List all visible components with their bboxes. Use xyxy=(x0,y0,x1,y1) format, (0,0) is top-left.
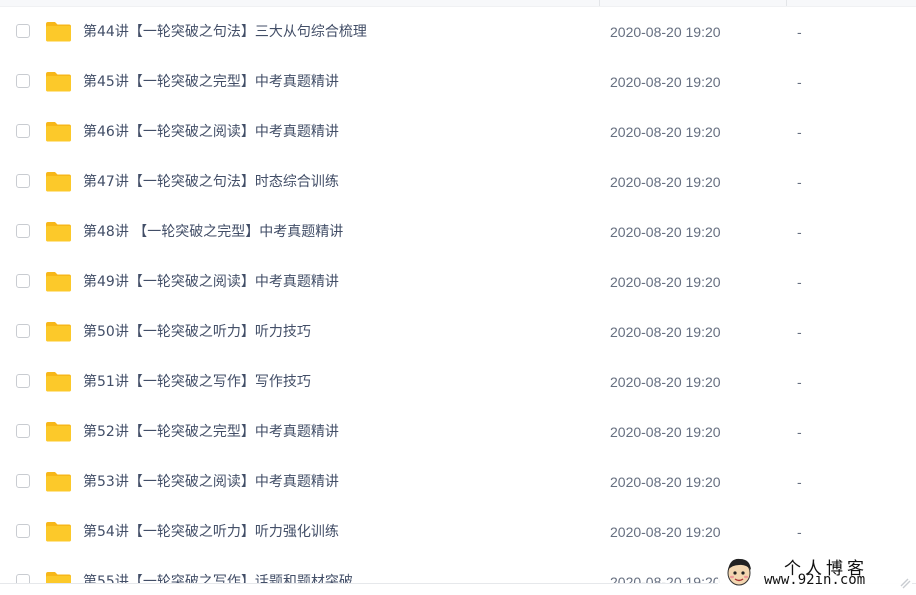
file-size: - xyxy=(797,174,802,190)
row-checkbox[interactable] xyxy=(16,524,30,538)
file-size: - xyxy=(797,224,802,240)
clip-icon xyxy=(900,578,911,589)
watermark-url: www.92in.com xyxy=(764,572,866,588)
row-checkbox[interactable] xyxy=(16,174,30,188)
folder-icon[interactable] xyxy=(45,371,72,392)
folder-icon[interactable] xyxy=(45,421,72,442)
file-size: - xyxy=(797,474,802,490)
folder-icon[interactable] xyxy=(45,221,72,242)
folder-icon[interactable] xyxy=(45,71,72,92)
column-separator[interactable] xyxy=(599,0,600,6)
list-item[interactable]: 第53讲【一轮突破之阅读】中考真题精讲 2020-08-20 19:20 - xyxy=(0,457,916,507)
folder-icon[interactable] xyxy=(45,471,72,492)
file-list: 第44讲【一轮突破之句法】三大从句综合梳理 2020-08-20 19:20- 第4… xyxy=(0,7,916,595)
list-item[interactable]: 第50讲【一轮突破之听力】听力技巧 2020-08-20 19:20 - xyxy=(0,307,916,357)
modified-date: 2020-08-20 19:20 xyxy=(610,374,721,390)
file-size: - xyxy=(797,524,802,540)
list-item[interactable]: 第45讲【一轮突破之完型】中考真题精讲 2020-08-20 19:20 - xyxy=(0,57,916,107)
folder-icon[interactable] xyxy=(45,121,72,142)
modified-date: 2020-08-20 19:20 xyxy=(610,474,721,490)
file-size: - xyxy=(797,424,802,440)
file-size: - xyxy=(797,274,802,290)
row-checkbox[interactable] xyxy=(16,474,30,488)
file-size: - xyxy=(797,324,802,340)
file-name-link[interactable]: 第50讲【一轮突破之听力】听力技巧 xyxy=(83,323,311,341)
file-size: - xyxy=(797,24,802,40)
file-name-link[interactable]: 第45讲【一轮突破之完型】中考真题精讲 xyxy=(83,73,339,91)
row-checkbox[interactable] xyxy=(16,224,30,238)
file-size: - xyxy=(797,374,802,390)
modified-date: 2020-08-20 19:20 xyxy=(610,324,721,340)
modified-date: 2020-08-20 19:20 xyxy=(610,174,721,190)
blog-watermark: 个人博客 www.92in.com xyxy=(718,554,912,590)
list-item[interactable]: 第46讲【一轮突破之阅读】中考真题精讲 2020-08-20 19:20 - xyxy=(0,107,916,157)
file-list-page: 第44讲【一轮突破之句法】三大从句综合梳理 2020-08-20 19:20- 第4… xyxy=(0,0,916,595)
row-checkbox[interactable] xyxy=(16,374,30,388)
folder-icon[interactable] xyxy=(45,521,72,542)
file-name-link[interactable]: 第52讲【一轮突破之完型】中考真题精讲 xyxy=(83,423,339,441)
list-item[interactable]: 第44讲【一轮突破之句法】三大从句综合梳理 2020-08-20 19:20 - xyxy=(0,7,916,57)
modified-date: 2020-08-20 19:20 xyxy=(610,224,721,240)
file-name-link[interactable]: 第46讲【一轮突破之阅读】中考真题精讲 xyxy=(83,123,339,141)
modified-date: 2020-08-20 19:20 xyxy=(610,424,721,440)
modified-date: 2020-08-20 19:20 xyxy=(610,74,721,90)
avatar-icon xyxy=(727,558,751,586)
list-item[interactable]: 第47讲【一轮突破之句法】时态综合训练 2020-08-20 19:20 - xyxy=(0,157,916,207)
row-checkbox[interactable] xyxy=(16,324,30,338)
column-separator[interactable] xyxy=(786,0,787,6)
list-item[interactable]: 第54讲【一轮突破之听力】听力强化训练 2020-08-20 19:20 - xyxy=(0,507,916,557)
row-checkbox[interactable] xyxy=(16,24,30,38)
modified-date: 2020-08-20 19:20 xyxy=(610,524,721,540)
file-name-link[interactable]: 第53讲【一轮突破之阅读】中考真题精讲 xyxy=(83,473,339,491)
file-name-link[interactable]: 第51讲【一轮突破之写作】写作技巧 xyxy=(83,373,311,391)
list-item[interactable]: 第49讲【一轮突破之阅读】中考真题精讲 2020-08-20 19:20 - xyxy=(0,257,916,307)
file-name-link[interactable]: 第49讲【一轮突破之阅读】中考真题精讲 xyxy=(83,273,339,291)
list-item[interactable]: 第51讲【一轮突破之写作】写作技巧 2020-08-20 19:20 - xyxy=(0,357,916,407)
list-item[interactable]: 第48讲 【一轮突破之完型】中考真题精讲 2020-08-20 19:20 - xyxy=(0,207,916,257)
folder-icon[interactable] xyxy=(45,321,72,342)
row-checkbox[interactable] xyxy=(16,274,30,288)
row-checkbox[interactable] xyxy=(16,74,30,88)
folder-icon[interactable] xyxy=(45,21,72,42)
file-name-link[interactable]: 第47讲【一轮突破之句法】时态综合训练 xyxy=(83,173,339,191)
modified-date: 2020-08-20 19:20 xyxy=(610,124,721,140)
modified-date: 2020-08-20 19:20 xyxy=(610,274,721,290)
modified-date: 2020-08-20 19:20 xyxy=(610,24,721,40)
folder-icon[interactable] xyxy=(45,271,72,292)
folder-icon[interactable] xyxy=(45,171,72,192)
row-checkbox[interactable] xyxy=(16,424,30,438)
file-size: - xyxy=(797,74,802,90)
list-header-strip xyxy=(0,0,916,7)
list-item[interactable]: 第52讲【一轮突破之完型】中考真题精讲 2020-08-20 19:20 - xyxy=(0,407,916,457)
row-checkbox[interactable] xyxy=(16,124,30,138)
file-size: - xyxy=(797,124,802,140)
file-name-link[interactable]: 第48讲 【一轮突破之完型】中考真题精讲 xyxy=(83,223,343,241)
file-name-link[interactable]: 第54讲【一轮突破之听力】听力强化训练 xyxy=(83,523,339,541)
file-name-link[interactable]: 第44讲【一轮突破之句法】三大从句综合梳理 xyxy=(83,23,367,41)
